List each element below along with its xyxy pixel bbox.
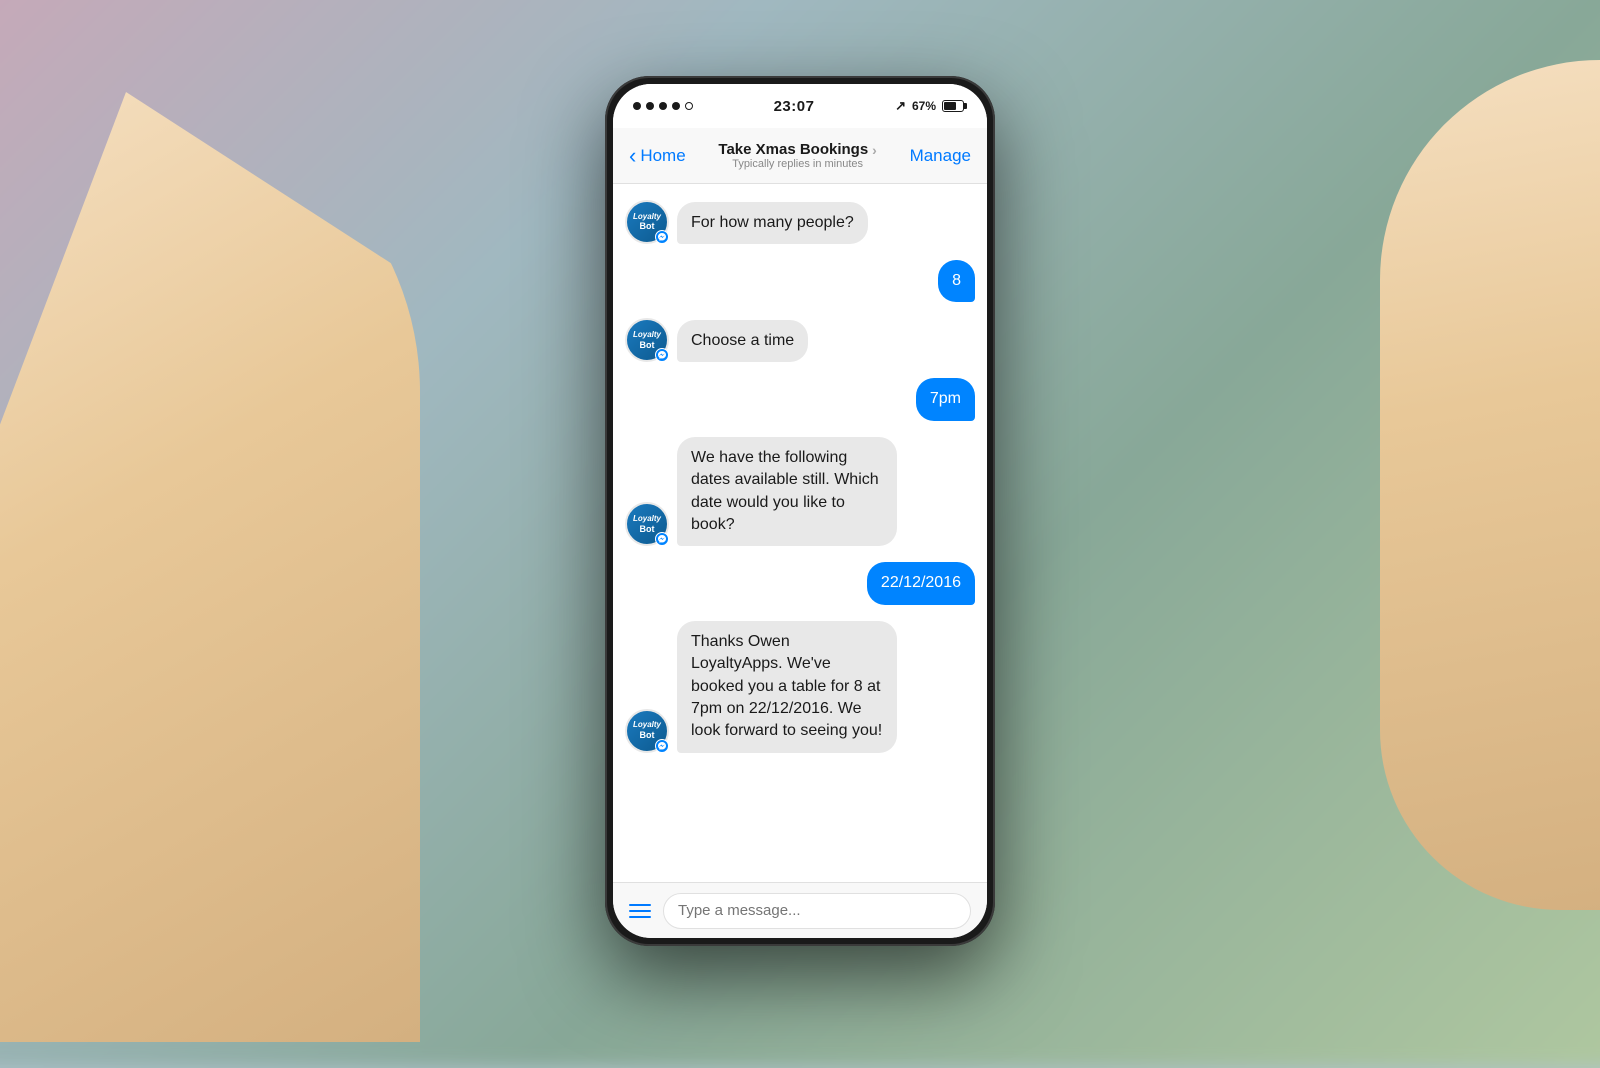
chat-area: Loyalty Bot For how many people? 8 — [613, 184, 987, 882]
bot-avatar: Loyalty Bot — [625, 200, 669, 244]
battery-percent: 67% — [912, 99, 936, 113]
message-row: Loyalty Bot We have the following dates … — [625, 437, 975, 547]
messenger-badge — [655, 532, 669, 546]
phone-device: 23:07 ↗ 67% ‹ Home — [605, 76, 995, 946]
signal-dot-3 — [659, 102, 667, 110]
hand-right — [1380, 60, 1600, 910]
message-row: Loyalty Bot For how many people? — [625, 200, 975, 244]
battery-icon — [942, 100, 967, 112]
nav-chevron: › — [872, 142, 877, 158]
message-row: 8 — [625, 260, 975, 302]
signal-dot-2 — [646, 102, 654, 110]
message-row: 7pm — [625, 378, 975, 420]
bot-message-2: Choose a time — [677, 320, 808, 362]
user-message-1: 8 — [938, 260, 975, 302]
nav-bar: ‹ Home Take Xmas Bookings › Typically re… — [613, 128, 987, 184]
phone-screen: 23:07 ↗ 67% ‹ Home — [613, 84, 987, 938]
bot-message-3: We have the following dates available st… — [677, 437, 897, 547]
message-row: Loyalty Bot Choose a time — [625, 318, 975, 362]
input-bar — [613, 882, 987, 938]
message-row: Loyalty Bot Thanks Owen LoyaltyApps. We'… — [625, 621, 975, 753]
messenger-badge — [655, 348, 669, 362]
back-chevron: ‹ — [629, 143, 636, 169]
message-input[interactable] — [663, 893, 971, 929]
messenger-badge — [655, 230, 669, 244]
signal-dot-5 — [685, 102, 693, 110]
bot-avatar: Loyalty Bot — [625, 709, 669, 753]
signal-dots — [633, 102, 693, 110]
nav-subtitle: Typically replies in minutes — [686, 158, 910, 170]
signal-dot-1 — [633, 102, 641, 110]
status-right: ↗ 67% — [895, 98, 967, 114]
messenger-badge — [655, 739, 669, 753]
menu-button[interactable] — [629, 904, 651, 918]
back-label: Home — [640, 146, 685, 166]
nav-center: Take Xmas Bookings › Typically replies i… — [686, 141, 910, 170]
bot-avatar: Loyalty Bot — [625, 502, 669, 546]
user-message-3: 22/12/2016 — [867, 562, 975, 604]
status-time: 23:07 — [774, 98, 815, 115]
message-row: 22/12/2016 — [625, 562, 975, 604]
scene: 23:07 ↗ 67% ‹ Home — [0, 0, 1600, 1042]
user-message-2: 7pm — [916, 378, 975, 420]
signal-dot-4 — [672, 102, 680, 110]
bot-avatar: Loyalty Bot — [625, 318, 669, 362]
status-bar: 23:07 ↗ 67% — [613, 84, 987, 128]
nav-title: Take Xmas Bookings › — [686, 141, 910, 158]
arrow-icon: ↗ — [895, 98, 906, 114]
hand-left — [0, 92, 420, 1042]
bot-message-1: For how many people? — [677, 202, 868, 244]
bot-message-4: Thanks Owen LoyaltyApps. We've booked yo… — [677, 621, 897, 753]
back-button[interactable]: ‹ Home — [629, 143, 686, 169]
manage-button[interactable]: Manage — [910, 146, 971, 166]
